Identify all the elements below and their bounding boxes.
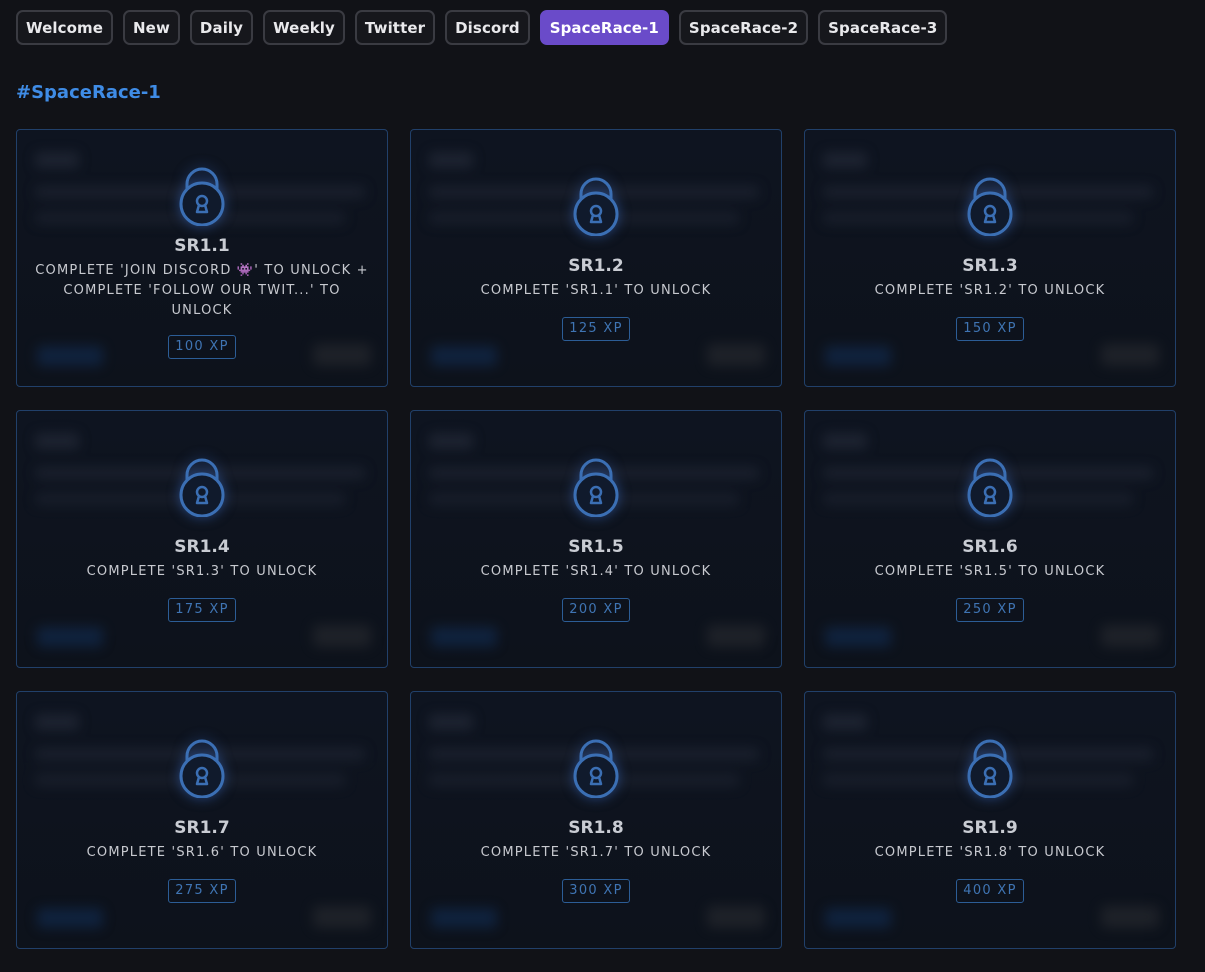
tab-twitter[interactable]: Twitter — [354, 10, 436, 45]
quest-id: SR1.3 — [962, 256, 1018, 276]
xp-badge: 125 XP — [562, 317, 630, 341]
tab-daily[interactable]: Daily — [189, 10, 254, 45]
quest-card[interactable]: SR1.7 COMPLETE 'SR1.6' TO UNLOCK 275 XP — [16, 691, 388, 949]
quest-id: SR1.2 — [568, 256, 624, 276]
quest-requirement: COMPLETE 'SR1.4' TO UNLOCK — [480, 564, 712, 579]
quest-card[interactable]: SR1.4 COMPLETE 'SR1.3' TO UNLOCK 175 XP — [16, 410, 388, 668]
xp-badge: 250 XP — [956, 598, 1024, 622]
lock-icon — [179, 458, 225, 517]
lock-icon — [967, 458, 1013, 517]
locked-overlay: SR1.1 COMPLETE 'JOIN DISCORD 👾' TO UNLOC… — [17, 130, 387, 386]
lock-icon — [967, 739, 1013, 798]
xp-badge: 175 XP — [168, 598, 236, 622]
tab-new[interactable]: New — [123, 10, 180, 45]
quest-id: SR1.1 — [174, 236, 230, 256]
quest-id: SR1.4 — [174, 537, 230, 557]
xp-badge: 100 XP — [168, 335, 236, 359]
quest-id: SR1.9 — [962, 818, 1018, 838]
tab-spacerace-3[interactable]: SpaceRace-3 — [818, 10, 948, 45]
quest-requirement: COMPLETE 'SR1.2' TO UNLOCK — [874, 283, 1106, 298]
locked-overlay: SR1.3 COMPLETE 'SR1.2' TO UNLOCK 150 XP — [805, 130, 1175, 386]
lock-icon — [179, 739, 225, 798]
tab-discord[interactable]: Discord — [445, 10, 530, 45]
lock-icon — [573, 739, 619, 798]
tab-bar: Welcome New Daily Weekly Twitter Discord… — [16, 10, 948, 45]
lock-icon — [573, 458, 619, 517]
quest-card[interactable]: SR1.2 COMPLETE 'SR1.1' TO UNLOCK 125 XP — [410, 129, 782, 387]
quest-id: SR1.6 — [962, 537, 1018, 557]
quest-id: SR1.5 — [568, 537, 624, 557]
xp-badge: 400 XP — [956, 879, 1024, 903]
locked-overlay: SR1.4 COMPLETE 'SR1.3' TO UNLOCK 175 XP — [17, 411, 387, 667]
lock-icon — [573, 177, 619, 236]
quest-card[interactable]: SR1.5 COMPLETE 'SR1.4' TO UNLOCK 200 XP — [410, 410, 782, 668]
tab-weekly[interactable]: Weekly — [263, 10, 345, 45]
xp-badge: 200 XP — [562, 598, 630, 622]
locked-overlay: SR1.8 COMPLETE 'SR1.7' TO UNLOCK 300 XP — [411, 692, 781, 948]
quest-requirement: COMPLETE 'SR1.8' TO UNLOCK — [874, 845, 1106, 860]
quest-card[interactable]: SR1.9 COMPLETE 'SR1.8' TO UNLOCK 400 XP — [804, 691, 1176, 949]
quest-requirement: COMPLETE 'SR1.6' TO UNLOCK — [86, 845, 318, 860]
quest-requirement: COMPLETE 'SR1.5' TO UNLOCK — [874, 564, 1106, 579]
quest-card[interactable]: SR1.3 COMPLETE 'SR1.2' TO UNLOCK 150 XP — [804, 129, 1176, 387]
tab-welcome[interactable]: Welcome — [16, 10, 114, 45]
quest-requirement: COMPLETE 'SR1.7' TO UNLOCK — [480, 845, 712, 860]
quest-requirement: COMPLETE 'SR1.3' TO UNLOCK — [86, 564, 318, 579]
quest-card[interactable]: SR1.8 COMPLETE 'SR1.7' TO UNLOCK 300 XP — [410, 691, 782, 949]
quest-card[interactable]: SR1.1 COMPLETE 'JOIN DISCORD 👾' TO UNLOC… — [16, 129, 388, 387]
locked-overlay: SR1.6 COMPLETE 'SR1.5' TO UNLOCK 250 XP — [805, 411, 1175, 667]
tab-spacerace-1[interactable]: SpaceRace-1 — [539, 10, 669, 45]
quest-grid: SR1.1 COMPLETE 'JOIN DISCORD 👾' TO UNLOC… — [16, 129, 1176, 949]
xp-badge: 300 XP — [562, 879, 630, 903]
tab-spacerace-2[interactable]: SpaceRace-2 — [678, 10, 809, 45]
quest-id: SR1.8 — [568, 818, 624, 838]
quest-requirement: COMPLETE 'SR1.1' TO UNLOCK — [480, 283, 712, 298]
quest-id: SR1.7 — [174, 818, 230, 838]
lock-icon — [179, 167, 225, 226]
locked-overlay: SR1.9 COMPLETE 'SR1.8' TO UNLOCK 400 XP — [805, 692, 1175, 948]
locked-overlay: SR1.7 COMPLETE 'SR1.6' TO UNLOCK 275 XP — [17, 692, 387, 948]
xp-badge: 150 XP — [956, 317, 1024, 341]
quest-card[interactable]: SR1.6 COMPLETE 'SR1.5' TO UNLOCK 250 XP — [804, 410, 1176, 668]
lock-icon — [967, 177, 1013, 236]
section-title: #SpaceRace-1 — [16, 82, 161, 103]
xp-badge: 275 XP — [168, 879, 236, 903]
locked-overlay: SR1.5 COMPLETE 'SR1.4' TO UNLOCK 200 XP — [411, 411, 781, 667]
locked-overlay: SR1.2 COMPLETE 'SR1.1' TO UNLOCK 125 XP — [411, 130, 781, 386]
quest-requirement: COMPLETE 'JOIN DISCORD 👾' TO UNLOCK + COM… — [35, 263, 369, 318]
